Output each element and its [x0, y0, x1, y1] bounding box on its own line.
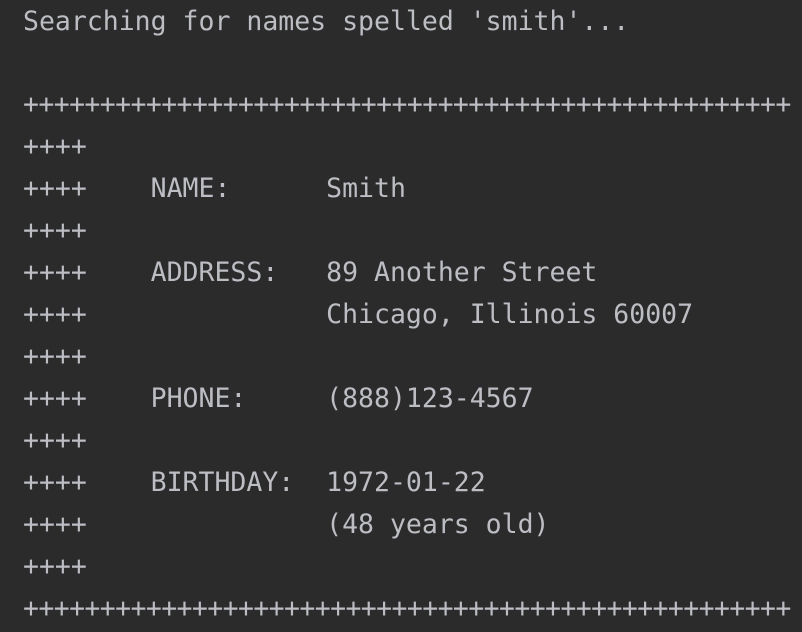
record-line-age: ++++ (48 years old): [23, 509, 550, 540]
record-line-address: ++++ ADDRESS: 89 Another Street: [23, 257, 598, 288]
record-line-spacer: ++++: [23, 551, 87, 582]
record-line-birthday: ++++ BIRTHDAY: 1972-01-22: [23, 467, 486, 498]
record-top-border: ++++++++++++++++++++++++++++++++++++++++…: [23, 89, 791, 120]
record-line-spacer: ++++: [23, 131, 87, 162]
search-status-line: Searching for names spelled 'smith'...: [23, 6, 630, 37]
record-line-name: ++++ NAME: Smith: [23, 173, 406, 204]
console-output: Searching for names spelled 'smith'... +…: [0, 0, 802, 632]
record-line-spacer: ++++: [23, 341, 87, 372]
record-bottom-border: ++++++++++++++++++++++++++++++++++++++++…: [23, 593, 791, 624]
record-line-spacer: ++++: [23, 215, 87, 246]
record-line-phone: ++++ PHONE: (888)123-4567: [23, 383, 534, 414]
record-line-address-city: ++++ Chicago, Illinois 60007: [23, 299, 694, 330]
record-line-spacer: ++++: [23, 425, 87, 456]
